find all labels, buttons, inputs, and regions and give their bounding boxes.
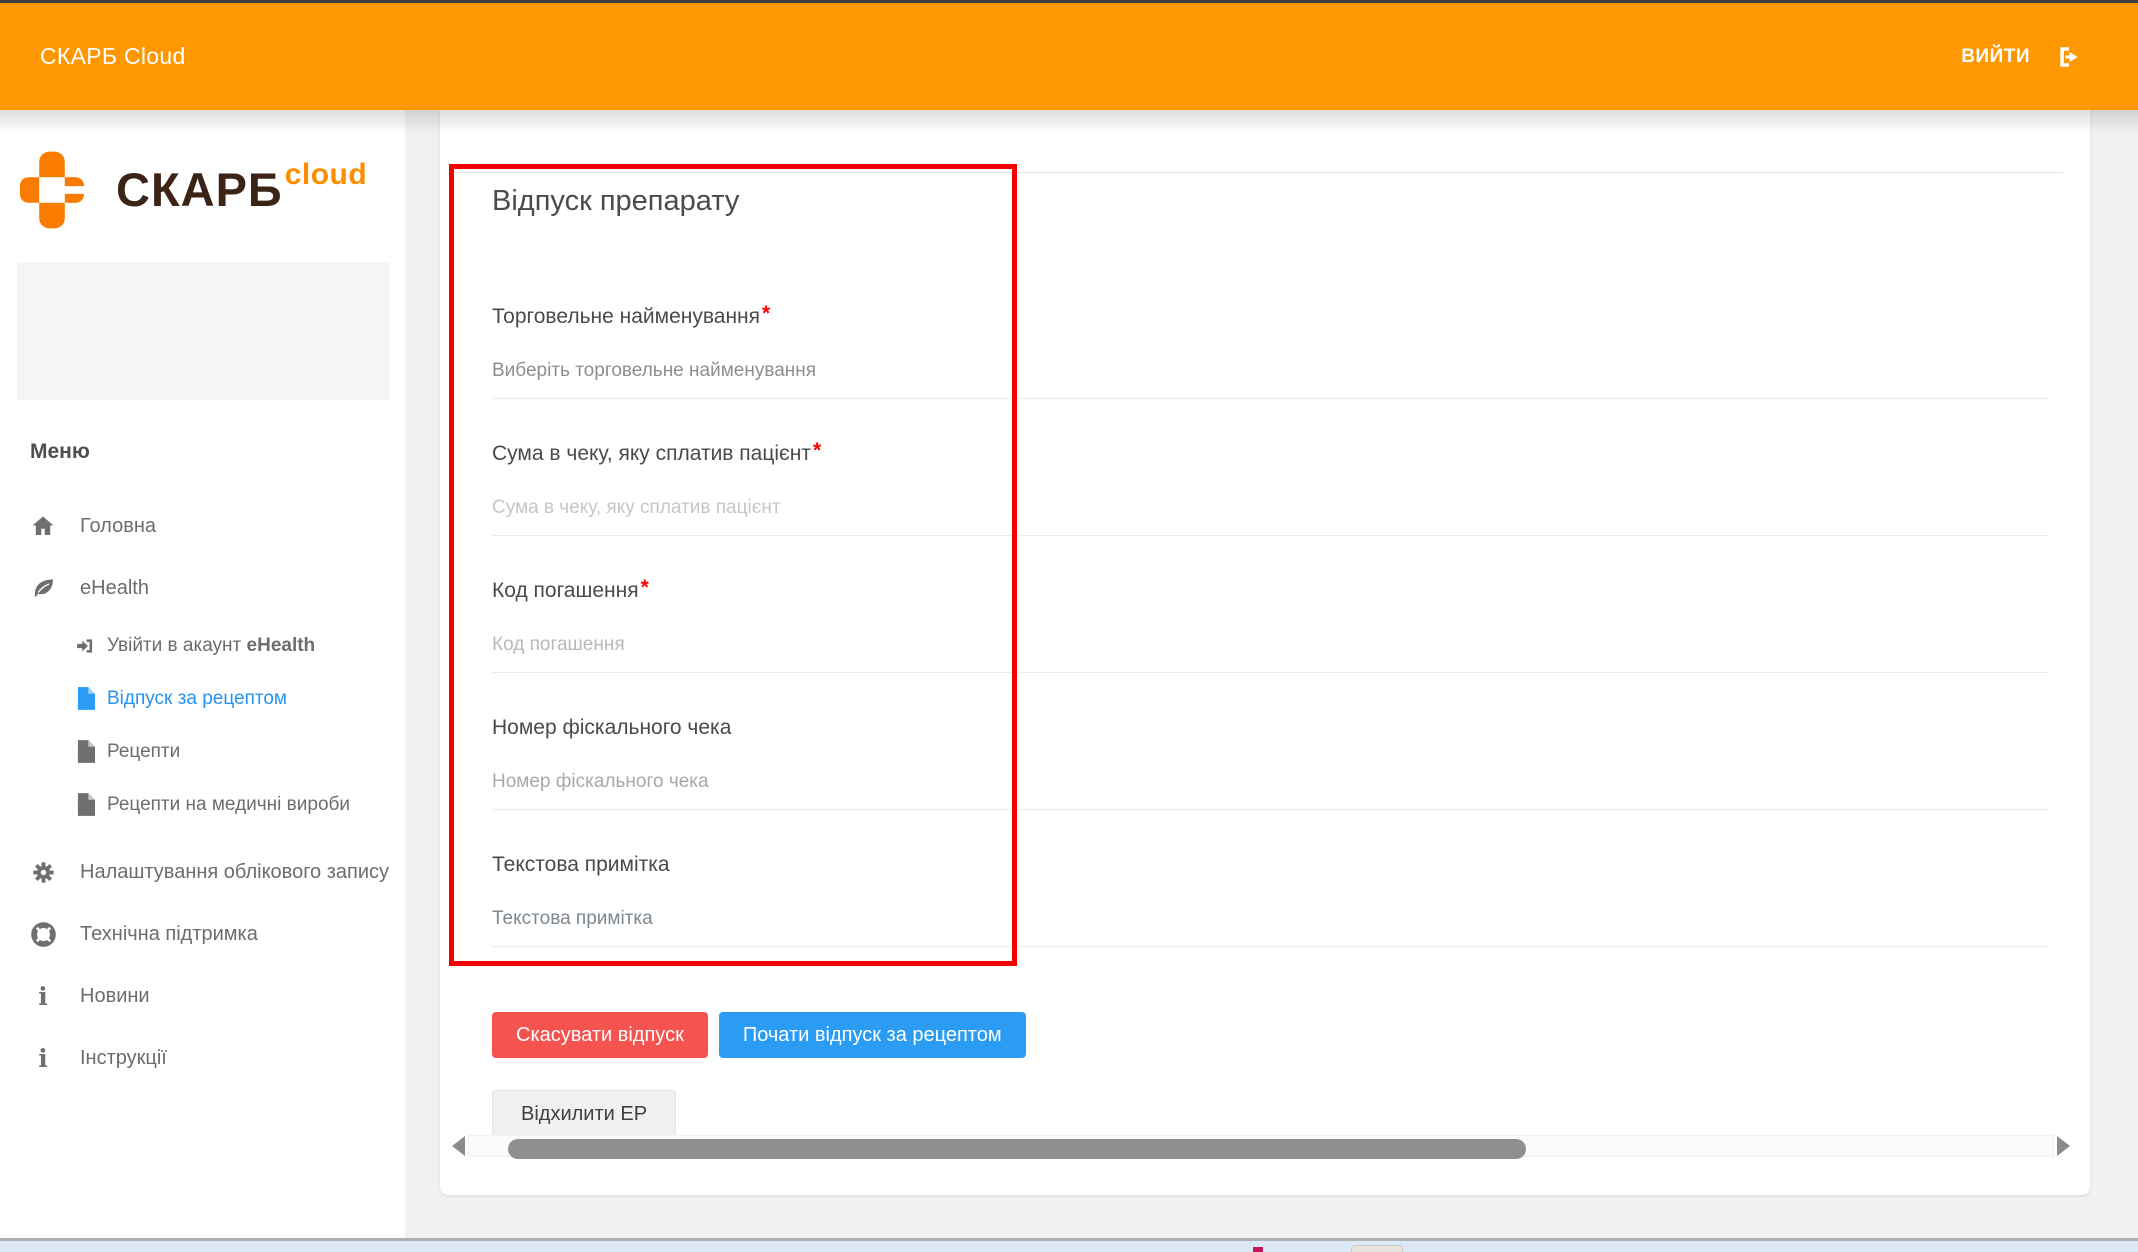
logout-icon <box>2056 44 2082 70</box>
sidebar-item-medical-device-prescriptions[interactable]: Рецепти на медичні вироби <box>0 778 405 831</box>
form-fields: Торговельне найменування* Виберіть торго… <box>492 305 2048 947</box>
redemption-code-input[interactable]: Код погашення <box>492 634 2048 658</box>
required-asterisk: * <box>762 302 770 325</box>
sidebar-item-tech-support[interactable]: Технічна підтримка <box>0 903 405 965</box>
trade-name-select[interactable]: Виберіть торговельне найменування <box>492 360 2048 384</box>
field-amount-paid: Сума в чеку, яку сплатив пацієнт* Сума в… <box>492 442 2048 536</box>
sidebar-item-ehealth[interactable]: eHealth <box>0 557 405 619</box>
field-label: Номер фіскального чека <box>492 716 2048 742</box>
gear-icon <box>30 860 56 885</box>
menu-header: Меню <box>30 440 90 464</box>
form-title: Відпуск препарату <box>492 185 2063 218</box>
amount-paid-input[interactable]: Сума в чеку, яку сплатив пацієнт <box>492 497 2048 521</box>
sign-in-icon <box>72 636 98 656</box>
sidebar-item-home[interactable]: Головна <box>0 495 405 557</box>
scrollbar-track[interactable] <box>468 1135 2054 1157</box>
reject-ep-button[interactable]: Відхилити ЕР <box>492 1090 676 1138</box>
text-note-input[interactable]: Текстова примітка <box>492 908 2048 932</box>
logo-cloud-suffix: cloud <box>285 158 368 192</box>
sidebar-item-prescriptions[interactable]: Рецепти <box>0 725 405 778</box>
file-icon <box>72 687 98 710</box>
scroll-left-arrow-icon[interactable] <box>452 1136 465 1156</box>
field-label: Торговельне найменування* <box>492 305 2048 331</box>
app-title: СКАРБ Cloud <box>40 43 186 70</box>
file-icon <box>72 793 98 816</box>
required-asterisk: * <box>813 439 821 462</box>
app-window: СКАРБ Cloud ВИЙТИ <box>0 0 2138 1252</box>
background-window-sliver <box>1253 1247 1263 1252</box>
sidebar-item-ehealth-login[interactable]: Увійти в акаунт eHealth <box>0 619 405 672</box>
sidebar-item-instructions[interactable]: i Інструкції <box>0 1027 405 1089</box>
dispense-form-panel: Відпуск препарату Торговельне найменуван… <box>455 172 2063 947</box>
info-icon: i <box>30 1046 56 1071</box>
logout-label: ВИЙТИ <box>1961 46 2030 68</box>
skarb-logo-icon <box>20 150 84 235</box>
horizontal-scrollbar[interactable] <box>452 1133 2070 1159</box>
form-actions: Скасувати відпуск Почати відпуск за реце… <box>492 1012 1026 1058</box>
file-icon <box>72 740 98 763</box>
sidebar-item-dispense-by-prescription[interactable]: Відпуск за рецептом <box>0 672 405 725</box>
sidebar: СКАРБ cloud Меню Головна eHealth <box>0 110 405 1238</box>
field-fiscal-receipt-number: Номер фіскального чека Номер фіскального… <box>492 716 2048 810</box>
field-label: Сума в чеку, яку сплатив пацієнт* <box>492 442 2048 468</box>
top-navbar: СКАРБ Cloud ВИЙТИ <box>0 3 2138 110</box>
sidebar-item-news[interactable]: i Новини <box>0 965 405 1027</box>
main-content-card: Відпуск препарату Торговельне найменуван… <box>440 110 2090 1195</box>
sidebar-item-account-settings[interactable]: Налаштування облікового запису <box>0 841 405 903</box>
field-label: Текстова примітка <box>492 853 2048 879</box>
home-icon <box>30 514 56 538</box>
logo: СКАРБ cloud <box>20 150 367 235</box>
sidebar-menu: Головна eHealth Увійти в акаунт eHealth … <box>0 495 405 1089</box>
fiscal-receipt-number-input[interactable]: Номер фіскального чека <box>492 771 2048 795</box>
background-window-sliver <box>1351 1245 1403 1252</box>
cancel-dispense-button[interactable]: Скасувати відпуск <box>492 1012 708 1058</box>
start-dispense-button[interactable]: Почати відпуск за рецептом <box>719 1012 1026 1058</box>
info-icon: i <box>30 984 56 1009</box>
required-asterisk: * <box>641 576 649 599</box>
window-top-edge <box>0 0 2138 3</box>
bottom-window-strip <box>0 1238 2138 1252</box>
field-label: Код погашення* <box>492 579 2048 605</box>
field-text-note: Текстова примітка Текстова примітка <box>492 853 2048 947</box>
life-ring-icon <box>30 922 56 947</box>
field-redemption-code: Код погашення* Код погашення <box>492 579 2048 673</box>
scrollbar-thumb[interactable] <box>508 1139 1526 1159</box>
leaf-icon <box>30 576 56 600</box>
user-info-placeholder <box>17 262 390 400</box>
logout-button[interactable]: ВИЙТИ <box>1961 44 2082 70</box>
scroll-right-arrow-icon[interactable] <box>2057 1136 2070 1156</box>
logo-wordmark: СКАРБ <box>116 150 283 230</box>
field-trade-name: Торговельне найменування* Виберіть торго… <box>492 305 2048 399</box>
